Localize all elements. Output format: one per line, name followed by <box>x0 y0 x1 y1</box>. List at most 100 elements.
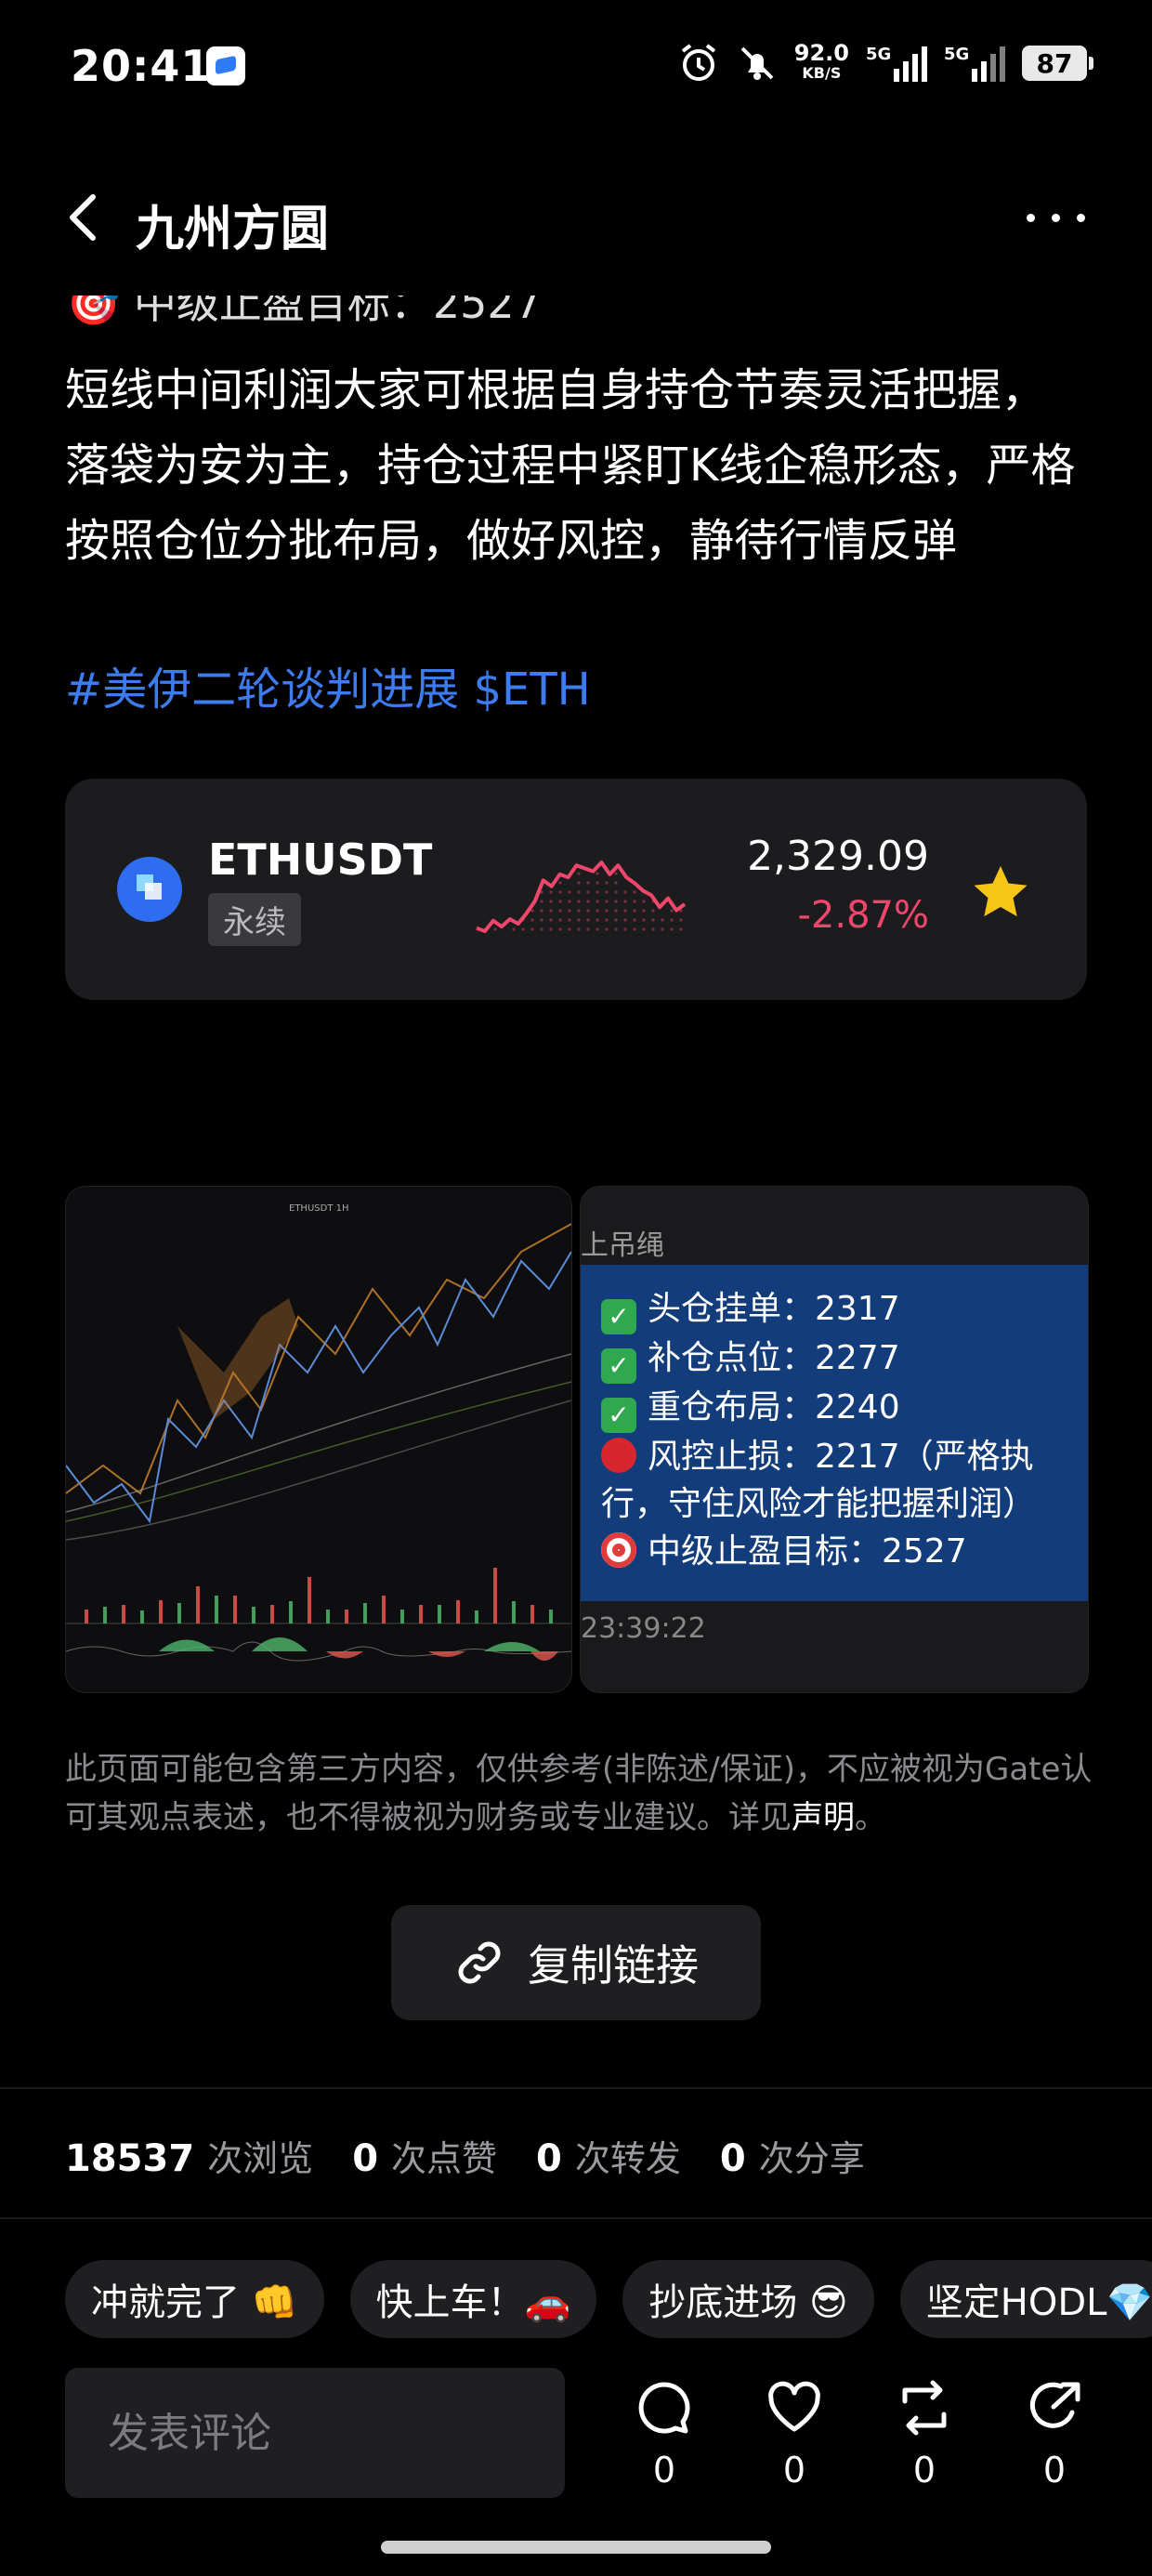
repost-button[interactable]: 0 <box>883 2379 966 2491</box>
statement-link[interactable]: 声明 <box>792 1799 855 1836</box>
comment-icon <box>638 2382 690 2434</box>
sparkline-fill-dot <box>577 927 581 931</box>
sparkline-fill-dot <box>577 918 581 922</box>
sparkline-fill-dot <box>558 900 562 903</box>
sparkline-fill-dot <box>633 890 636 894</box>
mute-icon <box>740 46 774 80</box>
sparkline-fill-dot <box>586 881 590 885</box>
sparkline-fill-dot <box>549 900 553 903</box>
sparkline-fill-dot <box>558 918 562 922</box>
copy-link-label: 复制链接 <box>528 1940 699 1991</box>
sparkline-fill-dot <box>596 872 599 875</box>
sparkline-fill-dot <box>512 927 516 931</box>
sparkline-fill-dot <box>493 927 497 931</box>
sparkline-fill-dot <box>549 890 553 894</box>
sparkline-fill-dot <box>605 890 609 894</box>
like-button[interactable]: 0 <box>753 2379 836 2491</box>
sparkline-fill-dot <box>558 890 562 894</box>
quick-reply-chip[interactable]: 抄底进场 😎 <box>622 2260 874 2338</box>
eth-coin-logo <box>117 857 182 922</box>
sparkline-fill-dot <box>540 927 543 931</box>
quick-reply-chip[interactable]: 冲就完了 👊 <box>65 2260 324 2338</box>
sparkline-fill-dot <box>568 890 571 894</box>
share-button[interactable]: 0 <box>1013 2379 1096 2491</box>
sparkline-fill-dot <box>651 909 655 913</box>
link-icon <box>458 1941 501 1984</box>
home-indicator[interactable] <box>381 2541 771 2554</box>
chart-image[interactable]: ETHUSDT 1H <box>65 1186 572 1693</box>
image-line: 重仓布局：2240 <box>648 1388 900 1426</box>
status-indicators: 92.0 KB/S 5G 5G 87 <box>677 37 1093 89</box>
target-icon <box>601 1532 636 1568</box>
ticker-price: 2,329.09 <box>747 833 929 880</box>
post-hashtag-link[interactable]: #美伊二轮谈判进展 $ETH <box>65 652 591 717</box>
sparkline-fill-dot <box>614 872 618 875</box>
sparkline-fill-dot <box>623 909 627 913</box>
sparkline-fill-dot <box>586 900 590 903</box>
ticker-change: -2.87% <box>797 894 929 937</box>
likes-count: 0 <box>352 2137 379 2180</box>
sparkline-fill-dot <box>614 890 618 894</box>
sparkline-fill-dot <box>642 909 646 913</box>
copy-link-button[interactable]: 复制链接 <box>391 1905 761 2020</box>
speed-unit: KB/S <box>802 64 842 82</box>
sparkline-fill-dot <box>642 918 646 922</box>
sparkline-fill-dot <box>614 927 618 931</box>
trade-plan-image[interactable]: 上吊绳 ✓ 头仓挂单：2317 ✓ 补仓点位：2277 ✓ 重仓布局：2240 风控止… <box>580 1186 1089 1693</box>
image-line: 行，守住风险才能把握利润） <box>601 1485 1037 1523</box>
comment-input[interactable] <box>65 2368 565 2498</box>
signal-label: 5G <box>866 45 892 64</box>
sparkline-fill-dot <box>586 927 590 931</box>
sparkline-fill-dot <box>577 909 581 913</box>
sparkline-fill-dot <box>521 927 525 931</box>
sparkline-fill-dot <box>679 918 683 922</box>
sparkline-fill-dot <box>549 909 553 913</box>
sparkline-fill-dot <box>558 881 562 885</box>
more-options-icon[interactable] <box>1027 214 1085 222</box>
sparkline-fill-dot <box>605 909 609 913</box>
image-line: 补仓点位：2277 <box>648 1339 900 1377</box>
disclaimer: 此页面可能包含第三方内容，仅供参考(非陈述/保证)，不应被视为Gate认可其观点… <box>65 1745 1096 1842</box>
divider <box>0 2217 1152 2219</box>
sparkline-fill-dot <box>670 909 674 913</box>
sparkline-fill-dot <box>540 900 543 903</box>
favorite-star-icon[interactable] <box>971 862 1030 922</box>
sparkline-fill-dot <box>661 918 664 922</box>
sparkline-fill-dot <box>670 927 674 931</box>
sparkline-fill-dot <box>623 918 627 922</box>
share-icon <box>1029 2382 1080 2428</box>
repost-icon <box>902 2380 947 2436</box>
quick-reply-chip[interactable]: 快上车！🚗 <box>349 2260 597 2338</box>
heart-icon <box>768 2381 820 2432</box>
back-icon[interactable] <box>65 191 102 243</box>
post-partial-text: 🎯 中级止盈目标：2527 <box>67 296 542 328</box>
reposts-label: 次转发 <box>574 2138 681 2179</box>
sparkline-fill-dot <box>577 872 581 875</box>
sparkline-fill-dot <box>614 918 618 922</box>
stop-sign-icon <box>601 1438 636 1473</box>
reposts-count: 0 <box>536 2137 562 2180</box>
contract-type-badge: 永续 <box>208 893 301 946</box>
sparkline-fill-dot <box>558 909 562 913</box>
sparkline-fill-dot <box>568 909 571 913</box>
speed-value: 92.0 <box>793 40 849 66</box>
disclaimer-text: 此页面可能包含第三方内容，仅供参考(非陈述/保证)，不应被视为Gate认可其观点… <box>65 1751 1093 1836</box>
quick-reply-chip[interactable]: 坚定HODL💎 <box>899 2260 1152 2338</box>
views-label: 次浏览 <box>207 2138 314 2179</box>
sparkline-fill-dot <box>577 890 581 894</box>
comment-button[interactable]: 0 <box>622 2379 706 2491</box>
disclaimer-end: 。 <box>855 1799 886 1836</box>
check-mark-icon: ✓ <box>601 1299 636 1334</box>
sparkline-fill-dot <box>651 918 655 922</box>
sparkline-fill-dot <box>530 909 534 913</box>
sparkline-fill-dot <box>596 918 599 922</box>
signal-icon: 5G <box>866 45 927 82</box>
sparkline-fill-dot <box>596 900 599 903</box>
chart-thumb-title: ETHUSDT 1H <box>289 1203 348 1214</box>
sparkline-fill-dot <box>568 900 571 903</box>
image-line: 中级止盈目标：2527 <box>648 1532 967 1571</box>
sparkline-fill-dot <box>586 909 590 913</box>
sparkline-fill-dot <box>596 909 599 913</box>
divider <box>0 2087 1152 2089</box>
battery-icon: 87 <box>1022 46 1093 81</box>
